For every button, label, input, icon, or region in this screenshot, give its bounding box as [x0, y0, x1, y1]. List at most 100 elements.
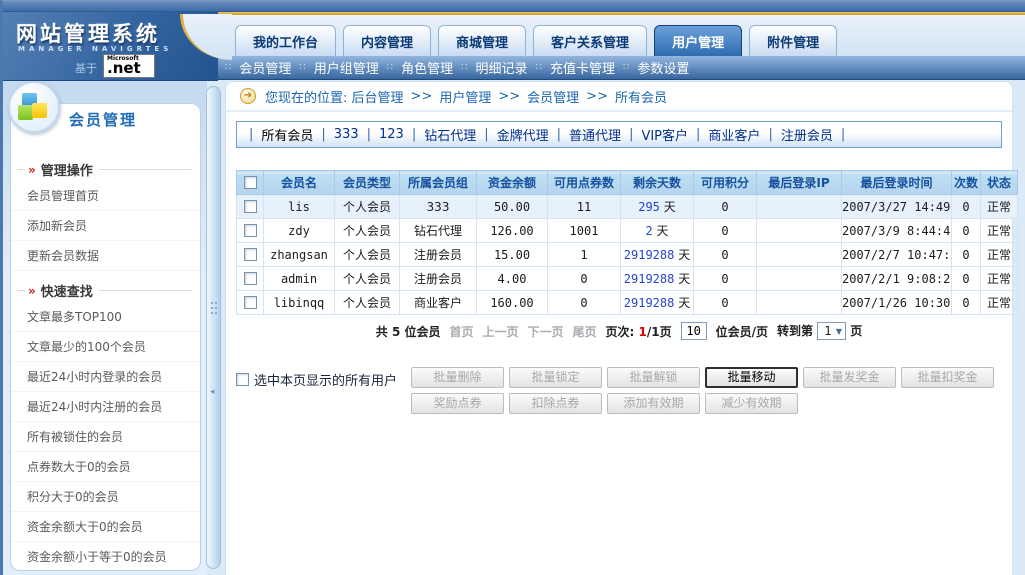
sidebar-item-top100-articles[interactable]: 文章最多TOP100: [11, 302, 200, 332]
batch-lock-button[interactable]: 批量锁定: [509, 367, 602, 388]
sidebar-splitter[interactable]: ◂: [206, 86, 221, 569]
row-checkbox[interactable]: [244, 296, 257, 309]
select-all-users-label: 选中本页显示的所有用户: [254, 370, 397, 389]
per-page-input[interactable]: [681, 322, 707, 340]
sidebar-item-credits-gt0[interactable]: 积分大于0的会员: [11, 482, 200, 512]
total-count: 共 5 位会员: [376, 323, 441, 340]
cell-credits: 0: [694, 267, 757, 291]
cell-member-type: 个人会员: [335, 243, 400, 267]
table-row: zhangsan 个人会员 注册会员 15.00 1 2919288 天 0 2…: [237, 243, 1018, 267]
col-days-left: 剩余天数: [621, 171, 694, 195]
breadcrumb-member-management[interactable]: 会员管理: [527, 87, 579, 106]
splitter-collapse-icon[interactable]: ◂: [210, 387, 215, 397]
dotnet-label: .net: [107, 61, 151, 76]
prev-page-link[interactable]: 上一页: [483, 323, 519, 340]
select-all-rows-checkbox[interactable]: [244, 176, 257, 189]
cell-times: 0: [952, 195, 981, 219]
cell-last-login: 2007/3/9 8:44:40: [842, 219, 952, 243]
filter-business-customer[interactable]: 商业客户: [708, 125, 760, 144]
filter-all-members[interactable]: 所有会员: [261, 125, 313, 144]
sidebar-item-fewest-articles[interactable]: 文章最少的100个会员: [11, 332, 200, 362]
cell-member-type: 个人会员: [335, 219, 400, 243]
add-validity-button[interactable]: 添加有效期: [607, 393, 700, 414]
cell-balance: 15.00: [477, 243, 548, 267]
cell-last-ip: [757, 291, 842, 315]
tab-zone: 我的工作台 内容管理 商城管理 客户关系管理 用户管理 附件管理: [203, 15, 1025, 56]
sidebar-item-member-home[interactable]: 会员管理首页: [11, 181, 200, 211]
cell-member-group: 注册会员: [400, 267, 477, 291]
submenu-detail-records[interactable]: 明细记录: [476, 58, 528, 77]
cell-member-group: 钻石代理: [400, 219, 477, 243]
cell-credits: 0: [694, 195, 757, 219]
reward-points-button[interactable]: 奖励点券: [411, 393, 504, 414]
next-page-link[interactable]: 下一页: [528, 323, 564, 340]
sidebar-item-add-member[interactable]: 添加新会员: [11, 211, 200, 241]
batch-delete-button[interactable]: 批量删除: [411, 367, 504, 388]
col-balance: 资金余额: [477, 171, 548, 195]
col-credits: 可用积分: [694, 171, 757, 195]
sidebar-item-update-member-data[interactable]: 更新会员数据: [11, 241, 200, 271]
based-on-label: 基于: [75, 60, 97, 76]
filter-gold-agent[interactable]: 金牌代理: [497, 125, 549, 144]
batch-grant-bonus-button[interactable]: 批量发奖金: [803, 367, 896, 388]
breadcrumb-arrow-icon: ➔: [240, 88, 256, 104]
reduce-validity-button[interactable]: 减少有效期: [705, 393, 798, 414]
filter-group-123[interactable]: 123: [379, 127, 404, 142]
sidebar-item-balance-gt0[interactable]: 资金余额大于0的会员: [11, 512, 200, 542]
sidebar-item-registered-24h[interactable]: 最近24小时内注册的会员: [11, 392, 200, 422]
sidebar-item-points-gt0[interactable]: 点券数大于0的会员: [11, 452, 200, 482]
sidebar-item-balance-le0[interactable]: 资金余额小于等于0的会员: [11, 542, 200, 571]
col-member-group: 所属会员组: [400, 171, 477, 195]
cell-last-ip: [757, 267, 842, 291]
submenu-role-management[interactable]: 角色管理: [401, 58, 453, 77]
batch-button-row-1: 批量删除 批量锁定 批量解锁 批量移动 批量发奖金 批量扣奖金: [411, 367, 994, 388]
col-times: 次数: [952, 171, 981, 195]
row-checkbox[interactable]: [244, 248, 257, 261]
filter-vip-customer[interactable]: VIP客户: [641, 125, 688, 144]
batch-unlock-button[interactable]: 批量解锁: [607, 367, 700, 388]
app-title: 网站管理系统: [16, 18, 160, 48]
tab-user-management[interactable]: 用户管理: [654, 25, 742, 56]
select-all-users-checkbox[interactable]: [236, 373, 249, 386]
app-window: 我的工作台 内容管理 商城管理 客户关系管理 用户管理 附件管理 ∷ 会员管理 …: [0, 0, 1025, 575]
cell-status: 正常: [981, 243, 1018, 267]
row-checkbox[interactable]: [244, 200, 257, 213]
tab-content-management[interactable]: 内容管理: [343, 25, 431, 56]
row-checkbox[interactable]: [244, 272, 257, 285]
submenu-rechargecard-management[interactable]: 充值卡管理: [550, 58, 615, 77]
breadcrumb-backend[interactable]: 后台管理: [352, 87, 404, 106]
sidebar-item-login-24h[interactable]: 最近24小时内登录的会员: [11, 362, 200, 392]
filter-diamond-agent[interactable]: 钻石代理: [424, 125, 476, 144]
filter-group-333[interactable]: 333: [334, 127, 359, 142]
current-page-number: 1: [639, 325, 647, 339]
cell-last-login: 2007/2/7 10:47:53: [842, 243, 952, 267]
cell-times: 0: [952, 267, 981, 291]
first-page-link[interactable]: 首页: [449, 323, 473, 340]
tab-attachment-management[interactable]: 附件管理: [749, 25, 837, 56]
goto-page-select[interactable]: 1 ▼: [817, 322, 846, 340]
header-select-cell: [237, 171, 264, 195]
last-page-link[interactable]: 尾页: [573, 323, 597, 340]
sidebar-title: 会员管理: [69, 109, 137, 130]
pagination-bar: 共 5 位会员 首页 上一页 下一页 尾页 页次: 1/1页 位会员/页 转到第…: [226, 322, 1012, 340]
submenu-member-management[interactable]: 会员管理: [239, 58, 291, 77]
cell-points: 0: [548, 291, 621, 315]
cell-member-name: admin: [264, 267, 335, 291]
breadcrumb-user-management[interactable]: 用户管理: [439, 87, 491, 106]
tab-mall-management[interactable]: 商城管理: [438, 25, 526, 56]
sidebar-item-locked-members[interactable]: 所有被锁住的会员: [11, 422, 200, 452]
row-checkbox[interactable]: [244, 224, 257, 237]
submenu-parameter-settings[interactable]: 参数设置: [637, 58, 689, 77]
tab-crm[interactable]: 客户关系管理: [533, 25, 647, 56]
batch-move-button[interactable]: 批量移动: [705, 367, 798, 388]
batch-deduct-bonus-button[interactable]: 批量扣奖金: [901, 367, 994, 388]
submenu-usergroup-management[interactable]: 用户组管理: [314, 58, 379, 77]
filter-registered-member[interactable]: 注册会员: [781, 125, 833, 144]
cell-days: 2919288: [624, 248, 675, 262]
batch-actions: 选中本页显示的所有用户 批量删除 批量锁定 批量解锁 批量移动 批量发奖金 批量…: [236, 367, 1002, 414]
breadcrumb-all-members[interactable]: 所有会员: [615, 87, 667, 106]
deduct-points-button[interactable]: 扣除点券: [509, 393, 602, 414]
tab-my-workbench[interactable]: 我的工作台: [235, 25, 336, 56]
col-last-ip: 最后登录IP: [757, 171, 842, 195]
filter-normal-agent[interactable]: 普通代理: [569, 125, 621, 144]
